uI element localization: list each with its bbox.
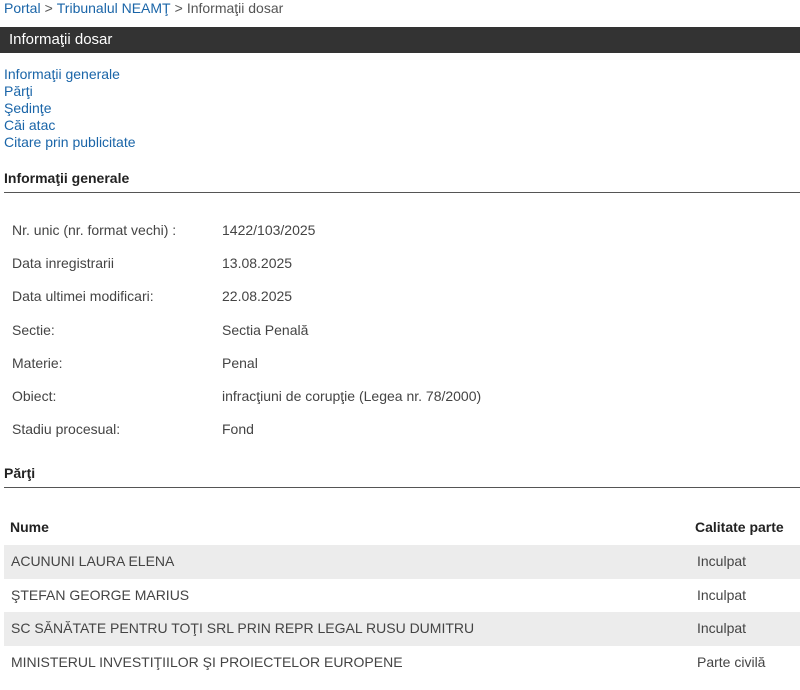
info-label: Nr. unic (nr. format vechi) :	[12, 222, 177, 238]
info-value: 22.08.2025	[222, 288, 293, 305]
page-title: Informaţii dosar	[0, 27, 800, 53]
section-header-general: Informaţii generale	[4, 170, 800, 193]
section-header-parti: Părţi	[4, 465, 800, 488]
breadcrumb-separator: >	[174, 0, 183, 16]
column-header-calitate: Calitate parte	[695, 519, 784, 535]
info-value: Sectia Penală	[222, 321, 309, 338]
info-label: Data inregistrarii	[12, 255, 114, 272]
table-row: ŞTEFAN GEORGE MARIUS Inculpat	[4, 579, 800, 613]
party-role: Inculpat	[697, 620, 747, 636]
info-row-sectie: Sectie: Sectia Penală	[12, 321, 792, 354]
nav-link-citare-publicitate[interactable]: Citare prin publicitate	[4, 134, 136, 151]
info-value: 1422/103/2025	[222, 222, 316, 238]
info-value: infracţiuni de corupţie (Legea nr. 78/20…	[222, 387, 482, 404]
party-role: Inculpat	[697, 553, 747, 569]
info-row-nr-unic: Nr. unic (nr. format vechi) : 1422/103/2…	[12, 221, 792, 254]
column-header-nume: Nume	[10, 519, 49, 535]
section-nav: Informaţii generale Părţi Şedinţe Căi at…	[4, 66, 136, 151]
info-label: Obiect:	[12, 387, 57, 404]
table-row: ACUNUNI LAURA ELENA Inculpat	[4, 545, 800, 579]
info-value: Penal	[222, 354, 258, 371]
nav-link-parti[interactable]: Părţi	[4, 83, 136, 100]
info-row-data-modificari: Data ultimei modificari: 22.08.2025	[12, 287, 792, 320]
info-row-stadiu: Stadiu procesual: Fond	[12, 420, 792, 453]
general-info-table: Nr. unic (nr. format vechi) : 1422/103/2…	[12, 221, 792, 453]
info-label: Data ultimei modificari:	[12, 288, 154, 305]
nav-link-sedinte[interactable]: Şedinţe	[4, 100, 136, 117]
party-name: MINISTERUL INVESTIŢIILOR ŞI PROIECTELOR …	[11, 653, 403, 670]
parties-table-header: Nume Calitate parte	[0, 516, 800, 538]
breadcrumb-tribunal-link[interactable]: Tribunalul NEAMŢ	[57, 0, 171, 16]
info-row-materie: Materie: Penal	[12, 354, 792, 387]
breadcrumb-separator: >	[44, 0, 53, 16]
page: Portal > Tribunalul NEAMŢ > Informaţii dosar…	[0, 0, 800, 690]
party-name: SC SĂNĂTATE PENTRU TOŢI SRL PRIN REPR LE…	[11, 620, 475, 636]
party-role: Inculpat	[697, 586, 747, 603]
info-value: 13.08.2025	[222, 255, 293, 272]
party-name: ŞTEFAN GEORGE MARIUS	[11, 586, 190, 603]
party-role: Parte civilă	[697, 653, 766, 670]
info-row-obiect: Obiect: infracţiuni de corupţie (Legea n…	[12, 387, 792, 420]
info-row-data-inregistrarii: Data inregistrarii 13.08.2025	[12, 254, 792, 287]
info-label: Sectie:	[12, 321, 55, 338]
info-label: Materie:	[12, 354, 63, 371]
parties-table: ACUNUNI LAURA ELENA Inculpat ŞTEFAN GEOR…	[4, 545, 800, 679]
nav-link-informatii-generale[interactable]: Informaţii generale	[4, 66, 136, 83]
nav-link-cai-atac[interactable]: Căi atac	[4, 117, 136, 134]
table-row: MINISTERUL INVESTIŢIILOR ŞI PROIECTELOR …	[4, 646, 800, 680]
table-row: SC SĂNĂTATE PENTRU TOŢI SRL PRIN REPR LE…	[4, 612, 800, 646]
info-value: Fond	[222, 421, 254, 438]
breadcrumb-portal-link[interactable]: Portal	[4, 0, 41, 16]
breadcrumb-current: Informaţii dosar	[186, 0, 284, 16]
party-name: ACUNUNI LAURA ELENA	[11, 553, 175, 569]
breadcrumb: Portal > Tribunalul NEAMŢ > Informaţii dosar	[4, 0, 283, 16]
info-label: Stadiu procesual:	[12, 421, 121, 438]
